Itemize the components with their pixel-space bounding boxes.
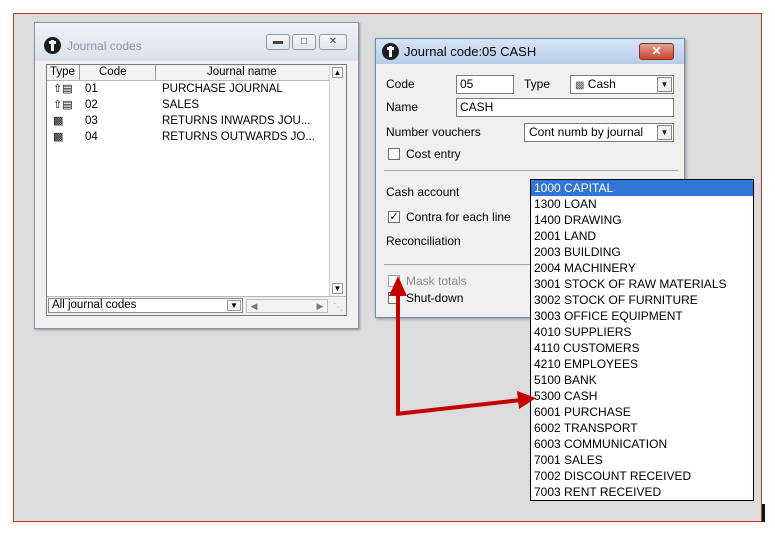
journal-codes-list[interactable]: Type Code Journal name ⇧▤ 01 PURCHASE JO…	[46, 64, 347, 316]
type-select[interactable]: ▩ Cash ▼	[570, 75, 674, 94]
dropdown-option[interactable]: 5300 CASH	[531, 388, 753, 404]
journal-code: 01	[85, 83, 98, 95]
mask-totals-label: Mask totals	[406, 274, 467, 288]
chevron-down-icon[interactable]: ▼	[657, 77, 672, 92]
dropdown-option[interactable]: 2003 BUILDING	[531, 244, 753, 260]
name-input[interactable]: CASH	[456, 98, 674, 117]
column-header-code[interactable]: Code	[99, 66, 127, 78]
cost-entry-label: Cost entry	[406, 147, 461, 161]
journal-code: 02	[85, 99, 98, 111]
code-input[interactable]: 05	[456, 75, 514, 94]
type-label: Type	[524, 77, 551, 91]
column-header-type[interactable]: Type	[50, 66, 75, 78]
list-footer: All journal codes ▼ ◀ ▶ ⋱	[47, 296, 346, 315]
cash-account-label: Cash account	[386, 185, 460, 199]
dropdown-option[interactable]: 6003 COMMUNICATION	[531, 436, 753, 452]
close-button[interactable]: ✕	[639, 43, 674, 60]
dropdown-option[interactable]: 3003 OFFICE EQUIPMENT	[531, 308, 753, 324]
column-header-journal-name[interactable]: Journal name	[207, 66, 277, 78]
close-button[interactable]: ✕	[319, 34, 347, 50]
purchase-journal-icon: ⇧▤	[53, 83, 73, 95]
column-separator[interactable]	[155, 65, 156, 80]
column-separator[interactable]	[79, 65, 80, 80]
list-item[interactable]: ▩ 04 RETURNS OUTWARDS JO...	[47, 130, 330, 145]
code-label: Code	[386, 77, 415, 91]
returns-outwards-icon: ▩	[53, 131, 64, 143]
horizontal-scrollbar[interactable]: ◀ ▶	[246, 299, 328, 313]
chevron-down-icon[interactable]: ▼	[657, 125, 672, 140]
scroll-right-arrow-icon[interactable]: ▶	[314, 300, 326, 312]
dropdown-option[interactable]: 7001 SALES	[531, 452, 753, 468]
maximize-button[interactable]: □	[292, 34, 316, 50]
journal-filter-value: All journal codes	[52, 299, 137, 311]
list-item[interactable]: ▩ 03 RETURNS INWARDS JOU...	[47, 114, 330, 129]
dropdown-option[interactable]: 4210 EMPLOYEES	[531, 356, 753, 372]
contra-checkbox[interactable]: ✓	[388, 211, 400, 223]
vertical-scrollbar[interactable]: ▲ ▼	[329, 65, 346, 297]
section-divider	[384, 264, 534, 265]
journal-code: 03	[85, 115, 98, 127]
journal-name: RETURNS INWARDS JOU...	[162, 115, 311, 127]
list-header: Type Code Journal name	[47, 65, 330, 81]
sales-journal-icon: ⇧▤	[53, 99, 73, 111]
journal-name: RETURNS OUTWARDS JO...	[162, 131, 315, 143]
dropdown-option[interactable]: 5100 BANK	[531, 372, 753, 388]
cash-account-dropdown[interactable]: 1000 CAPITAL 1300 LOAN 1400 DRAWING 2001…	[530, 179, 754, 501]
dropdown-option[interactable]: 4010 SUPPLIERS	[531, 324, 753, 340]
list-item[interactable]: ⇧▤ 01 PURCHASE JOURNAL	[47, 82, 330, 97]
contra-label: Contra for each line	[406, 210, 511, 224]
app-logo-icon	[44, 37, 61, 54]
journal-filter-select[interactable]: All journal codes ▼	[48, 298, 243, 313]
dropdown-option[interactable]: 2004 MACHINERY	[531, 260, 753, 276]
journal-name: SALES	[162, 99, 200, 111]
number-vouchers-select[interactable]: Cont numb by journal ▼	[524, 123, 674, 142]
journal-name: PURCHASE JOURNAL	[162, 83, 283, 95]
dropdown-option[interactable]: 6001 PURCHASE	[531, 404, 753, 420]
minimize-button[interactable]: ▬	[266, 34, 290, 50]
dropdown-option[interactable]: 1000 CAPITAL	[531, 180, 753, 196]
dropdown-option[interactable]: 7003 RENT RECEIVED	[531, 484, 753, 500]
cash-type-icon: ▩	[575, 80, 585, 91]
number-vouchers-label: Number vouchers	[386, 125, 481, 139]
reconciliation-label: Reconciliation	[386, 234, 461, 248]
scroll-down-arrow-icon[interactable]: ▼	[332, 283, 343, 294]
journal-codes-window: Journal codes ▬ □ ✕ Type Code Journal na…	[34, 22, 359, 329]
journal-codes-titlebar[interactable]: Journal codes ▬ □ ✕	[35, 23, 358, 61]
frame-edge-mark	[762, 504, 765, 522]
dropdown-option[interactable]: 7002 DISCOUNT RECEIVED	[531, 468, 753, 484]
dropdown-option[interactable]: 4110 CUSTOMERS	[531, 340, 753, 356]
chevron-down-icon[interactable]: ▼	[227, 300, 241, 311]
section-divider	[384, 170, 678, 171]
dropdown-option[interactable]: 6002 TRANSPORT	[531, 420, 753, 436]
name-label: Name	[386, 100, 419, 114]
list-item[interactable]: ⇧▤ 02 SALES	[47, 98, 330, 113]
shut-down-checkbox[interactable]	[388, 292, 400, 304]
type-value: Cash	[587, 77, 616, 91]
mask-totals-checkbox[interactable]	[388, 275, 400, 287]
scroll-up-arrow-icon[interactable]: ▲	[332, 67, 343, 78]
journal-code: 04	[85, 131, 98, 143]
cost-entry-checkbox[interactable]	[388, 148, 400, 160]
dropdown-option[interactable]: 1400 DRAWING	[531, 212, 753, 228]
dropdown-option[interactable]: 3001 STOCK OF RAW MATERIALS	[531, 276, 753, 292]
shut-down-label: Shut-down	[406, 291, 464, 305]
scroll-left-arrow-icon[interactable]: ◀	[248, 300, 260, 312]
dropdown-option[interactable]: 1300 LOAN	[531, 196, 753, 212]
journal-code-title: Journal code:05 CASH	[404, 44, 537, 59]
journal-codes-title: Journal codes	[67, 39, 142, 53]
resize-grip-icon[interactable]: ⋱	[333, 302, 343, 313]
returns-inwards-icon: ▩	[53, 115, 64, 127]
app-logo-icon	[382, 43, 399, 60]
number-vouchers-value: Cont numb by journal	[529, 125, 644, 139]
journal-code-titlebar[interactable]: Journal code:05 CASH ✕	[376, 39, 684, 64]
dropdown-option[interactable]: 2001 LAND	[531, 228, 753, 244]
dropdown-option[interactable]: 3002 STOCK OF FURNITURE	[531, 292, 753, 308]
